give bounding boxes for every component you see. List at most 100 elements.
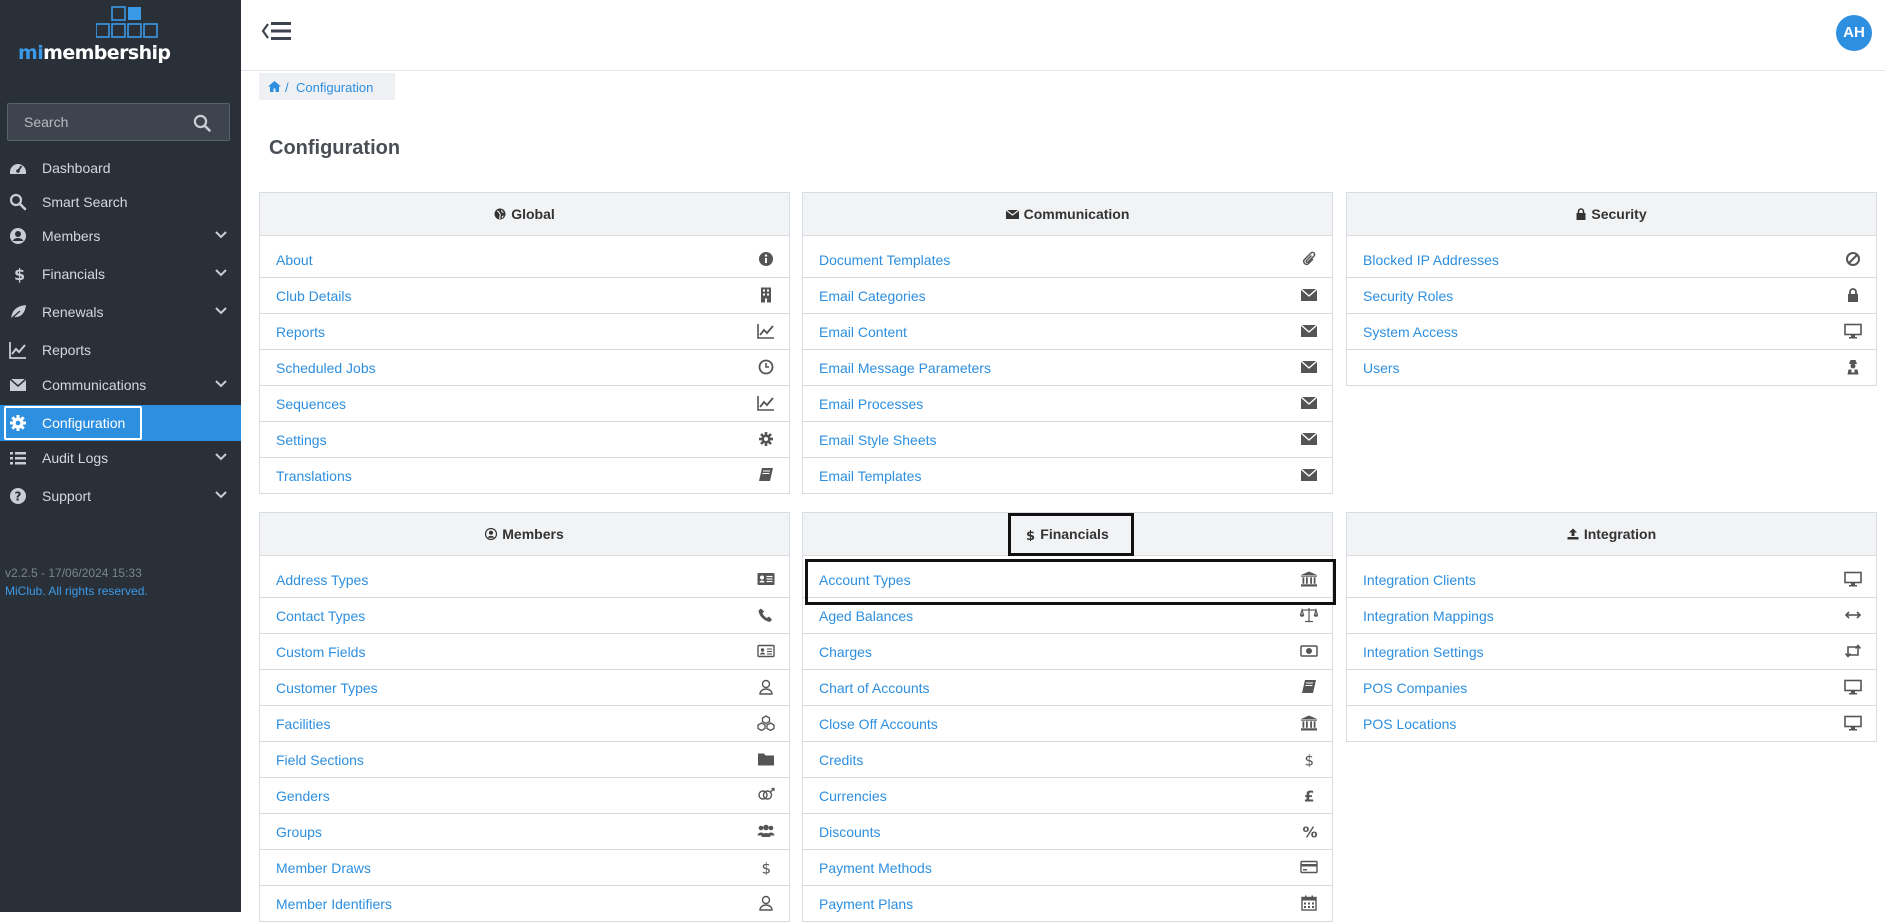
building-icon	[761, 287, 771, 303]
config-link-about[interactable]: About	[260, 242, 789, 278]
config-link-users[interactable]: Users	[1347, 350, 1876, 385]
config-link-credits[interactable]: Credits $	[803, 742, 1332, 778]
panel-header: Communication	[803, 193, 1332, 236]
sidebar-item-label: Dashboard	[42, 160, 111, 176]
link-label: Club Details	[276, 288, 352, 304]
config-link-settings[interactable]: Settings	[260, 422, 789, 458]
panel-financials: $ Financials Account Types Aged Balances …	[802, 512, 1336, 922]
config-link-aged-balances[interactable]: Aged Balances	[803, 598, 1332, 634]
config-link-email-content[interactable]: Email Content	[803, 314, 1332, 350]
link-label: Integration Settings	[1363, 644, 1484, 660]
svg-text:£: £	[1304, 788, 1314, 804]
sidebar-item-support[interactable]: ? Support	[0, 478, 241, 514]
user-circle-icon	[485, 528, 498, 541]
config-link-close-off-accounts[interactable]: Close Off Accounts	[803, 706, 1332, 742]
config-link-integration-clients[interactable]: Integration Clients	[1347, 562, 1876, 598]
config-link-chart-of-accounts[interactable]: Chart of Accounts	[803, 670, 1332, 706]
config-link-payment-methods[interactable]: Payment Methods	[803, 850, 1332, 886]
config-link-genders[interactable]: Genders	[260, 778, 789, 814]
logo-text: mimembership	[18, 42, 171, 64]
config-link-document-templates[interactable]: Document Templates	[803, 242, 1332, 278]
config-link-scheduled-jobs[interactable]: Scheduled Jobs	[260, 350, 789, 386]
sidebar-item-communications[interactable]: Communications	[0, 367, 241, 403]
config-link-discounts[interactable]: Discounts%	[803, 814, 1332, 850]
sidebar-item-dashboard[interactable]: Dashboard	[0, 150, 241, 186]
link-label: Currencies	[819, 788, 887, 804]
sidebar-item-financials[interactable]: $ Financials	[0, 256, 241, 292]
envelope-icon	[1300, 324, 1318, 337]
menu-collapse-icon[interactable]	[261, 20, 293, 42]
sidebar-item-label: Reports	[42, 342, 92, 358]
config-link-integration-mappings[interactable]: Integration Mappings	[1347, 598, 1876, 634]
user-avatar[interactable]: AH	[1836, 15, 1872, 51]
sidebar-item-label: Communications	[42, 377, 147, 393]
config-link-custom-fields[interactable]: Custom Fields	[260, 634, 789, 670]
config-link-pos-companies[interactable]: POS Companies	[1347, 670, 1876, 706]
address-card-icon	[757, 573, 775, 585]
config-link-email-message-parameters[interactable]: Email Message Parameters	[803, 350, 1332, 386]
link-label: Payment Methods	[819, 860, 932, 876]
mimembership-logo[interactable]: mimembership	[18, 6, 188, 66]
config-link-address-types[interactable]: Address Types	[260, 562, 789, 598]
config-link-payment-plans[interactable]: Payment Plans	[803, 886, 1332, 921]
sidebar: mimembership Dashboard Smart Search Memb…	[0, 0, 241, 912]
search-icon[interactable]	[193, 114, 211, 132]
config-link-blocked-ip-addresses[interactable]: Blocked IP Addresses	[1347, 242, 1876, 278]
config-link-system-access[interactable]: System Access	[1347, 314, 1876, 350]
config-link-charges[interactable]: Charges	[803, 634, 1332, 670]
sidebar-item-configuration[interactable]: Configuration	[0, 405, 241, 441]
config-link-member-draws[interactable]: Member Draws $	[260, 850, 789, 886]
config-link-customer-types[interactable]: Customer Types	[260, 670, 789, 706]
config-link-contact-types[interactable]: Contact Types	[260, 598, 789, 634]
link-label: Integration Clients	[1363, 572, 1476, 588]
config-link-reports[interactable]: Reports	[260, 314, 789, 350]
upload-icon	[1567, 528, 1579, 540]
config-link-sequences[interactable]: Sequences	[260, 386, 789, 422]
chevron-down-icon	[215, 231, 227, 239]
link-label: Member Draws	[276, 860, 371, 876]
config-link-integration-settings[interactable]: Integration Settings	[1347, 634, 1876, 670]
home-icon[interactable]	[268, 81, 281, 92]
line-chart-icon	[9, 342, 26, 359]
panel-title: Global	[511, 206, 555, 222]
config-link-currencies[interactable]: Currencies £	[803, 778, 1332, 814]
sidebar-item-renewals[interactable]: Renewals	[0, 294, 241, 330]
sidebar-item-audit-logs[interactable]: Audit Logs	[0, 440, 241, 476]
sidebar-item-reports[interactable]: Reports	[0, 332, 241, 368]
config-link-field-sections[interactable]: Field Sections	[260, 742, 789, 778]
link-label: Aged Balances	[819, 608, 914, 624]
config-link-club-details[interactable]: Club Details	[260, 278, 789, 314]
breadcrumb-configuration[interactable]: Configuration	[296, 80, 373, 95]
logo-squares-icon	[96, 6, 158, 38]
link-label: Charges	[819, 644, 872, 660]
retweet-icon	[1844, 644, 1862, 658]
config-link-facilities[interactable]: Facilities	[260, 706, 789, 742]
config-link-security-roles[interactable]: Security Roles	[1347, 278, 1876, 314]
config-link-account-types[interactable]: Account Types	[803, 559, 1336, 605]
panel-header: Members	[260, 513, 789, 556]
link-label: Facilities	[276, 716, 331, 732]
svg-text:?: ?	[15, 490, 22, 504]
dashboard-icon	[10, 164, 26, 174]
config-link-member-identifiers[interactable]: Member Identifiers	[260, 886, 789, 921]
copyright-link[interactable]: MiClub. All rights reserved.	[5, 582, 148, 600]
sidebar-item-smart-search[interactable]: Smart Search	[0, 184, 241, 220]
link-label: Genders	[276, 788, 330, 804]
pound-icon: £	[1304, 788, 1314, 804]
envelope-icon	[1005, 209, 1019, 219]
config-link-translations[interactable]: Translations	[260, 458, 789, 493]
chevron-down-icon	[215, 269, 227, 277]
desktop-icon	[1844, 679, 1862, 695]
config-link-email-processes[interactable]: Email Processes	[803, 386, 1332, 422]
globe-icon	[494, 208, 506, 220]
config-link-email-categories[interactable]: Email Categories	[803, 278, 1332, 314]
config-link-groups[interactable]: Groups	[260, 814, 789, 850]
sidebar-item-members[interactable]: Members	[0, 218, 241, 254]
config-link-email-templates[interactable]: Email Templates	[803, 458, 1332, 493]
search-input[interactable]	[22, 113, 186, 131]
cubes-icon	[757, 715, 775, 731]
config-link-email-style-sheets[interactable]: Email Style Sheets	[803, 422, 1332, 458]
link-label: Customer Types	[276, 680, 378, 696]
config-link-pos-locations[interactable]: POS Locations	[1347, 706, 1876, 741]
link-label: Contact Types	[276, 608, 366, 624]
